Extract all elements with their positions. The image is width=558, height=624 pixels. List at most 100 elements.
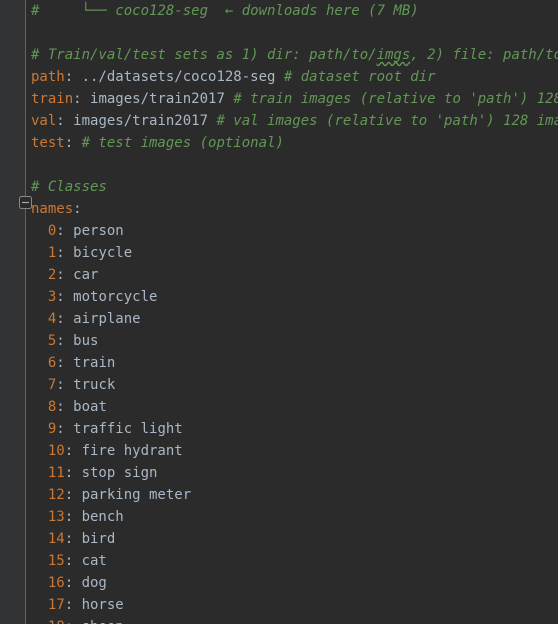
- code-token-pun: :: [64, 597, 82, 613]
- code-token-pun: :: [64, 443, 82, 459]
- code-token-val: train: [73, 355, 116, 371]
- code-line[interactable]: path: ../datasets/coco128-seg # dataset …: [0, 66, 558, 88]
- code-token-pun: :: [56, 223, 74, 239]
- code-token-pun: :: [64, 509, 82, 525]
- code-line[interactable]: 5: bus: [0, 330, 558, 352]
- code-line[interactable]: val: images/train2017 # val images (rela…: [0, 110, 558, 132]
- code-line[interactable]: 14: bird: [0, 528, 558, 550]
- code-token-pun: :: [56, 377, 74, 393]
- code-line[interactable]: 10: fire hydrant: [0, 440, 558, 462]
- indent-guide-line: [25, 0, 26, 624]
- code-token-pun: :: [56, 245, 74, 261]
- code-line[interactable]: 6: train: [0, 352, 558, 374]
- code-line[interactable]: 17: horse: [0, 594, 558, 616]
- code-line[interactable]: 1: bicycle: [0, 242, 558, 264]
- code-token-val: traffic light: [73, 421, 183, 437]
- code-line[interactable]: 0: person: [0, 220, 558, 242]
- code-token-val: boat: [73, 399, 107, 415]
- code-line[interactable]: 16: dog: [0, 572, 558, 594]
- code-line[interactable]: 13: bench: [0, 506, 558, 528]
- code-token-pun: :: [56, 333, 74, 349]
- code-line[interactable]: 18: sheep: [0, 616, 558, 624]
- code-token-cmt: # Train/val/test sets as 1) dir: path/to…: [31, 47, 377, 63]
- code-line[interactable]: 2: car: [0, 264, 558, 286]
- code-token-val: truck: [73, 377, 116, 393]
- code-token-pun: :: [56, 355, 74, 371]
- code-token-pun: :: [56, 289, 74, 305]
- code-token-val: airplane: [73, 311, 141, 327]
- code-token-val: parking meter: [81, 487, 192, 503]
- code-token-val: images/train2017: [90, 91, 234, 107]
- code-token-pun: :: [64, 531, 82, 547]
- code-token-pun: :: [56, 399, 74, 415]
- code-content[interactable]: # └── coco128-seg ← downloads here (7 MB…: [0, 0, 558, 624]
- code-token-cmt: # train images (relative to 'path') 128 …: [233, 91, 558, 107]
- code-line[interactable]: test: # test images (optional): [0, 132, 558, 154]
- code-line[interactable]: names:: [0, 198, 558, 220]
- code-token-key: train: [31, 91, 74, 107]
- code-token-val: dog: [81, 575, 107, 591]
- code-line[interactable]: train: images/train2017 # train images (…: [0, 88, 558, 110]
- code-token-cmt: # Classes: [31, 179, 107, 195]
- fold-collapse-icon[interactable]: [19, 196, 32, 209]
- code-token-pun: :: [64, 487, 82, 503]
- code-token-val: motorcycle: [73, 289, 158, 305]
- code-line[interactable]: 9: traffic light: [0, 418, 558, 440]
- code-token-num: 17: [47, 597, 65, 613]
- code-line[interactable]: 4: airplane: [0, 308, 558, 330]
- code-token-val: horse: [81, 597, 124, 613]
- code-line[interactable]: 3: motorcycle: [0, 286, 558, 308]
- code-token-val: bus: [73, 333, 99, 349]
- code-line[interactable]: 8: boat: [0, 396, 558, 418]
- editor-gutter[interactable]: [0, 0, 25, 624]
- code-token-pun: :: [65, 619, 82, 624]
- code-line[interactable]: 12: parking meter: [0, 484, 558, 506]
- code-token-key: val: [31, 113, 57, 129]
- code-token-val: cat: [81, 553, 107, 569]
- code-token-cmt: # └── coco128-seg ← downloads here (7 MB…: [31, 3, 419, 19]
- code-token-num: 15: [47, 553, 65, 569]
- code-token-val: car: [73, 267, 99, 283]
- code-token-num: 12: [47, 487, 65, 503]
- code-token-val: fire hydrant: [81, 443, 183, 459]
- code-token-cmt: # dataset root dir: [283, 69, 436, 85]
- code-token-pun: :: [56, 267, 74, 283]
- code-line[interactable]: # Train/val/test sets as 1) dir: path/to…: [0, 44, 558, 66]
- code-token-num: 14: [47, 531, 65, 547]
- code-line[interactable]: 7: truck: [0, 374, 558, 396]
- code-line[interactable]: 15: cat: [0, 550, 558, 572]
- code-token-pun: :: [56, 311, 74, 327]
- code-token-num: 13: [47, 509, 65, 525]
- code-token-val: sheep: [82, 619, 124, 624]
- code-token-key: names: [31, 201, 74, 217]
- code-token-val: images/train2017: [73, 113, 217, 129]
- code-token-num: 16: [47, 575, 65, 591]
- code-token-val: bird: [81, 531, 116, 547]
- code-line[interactable]: [0, 22, 558, 44]
- code-token-val: bench: [81, 509, 124, 525]
- code-line[interactable]: # Classes: [0, 176, 558, 198]
- code-line[interactable]: # └── coco128-seg ← downloads here (7 MB…: [0, 0, 558, 22]
- code-line[interactable]: 11: stop sign: [0, 462, 558, 484]
- code-token-val: bicycle: [73, 245, 133, 261]
- code-line[interactable]: [0, 154, 558, 176]
- code-token-pun: :: [73, 91, 91, 107]
- code-editor[interactable]: # └── coco128-seg ← downloads here (7 MB…: [0, 0, 558, 624]
- code-token-val: ../datasets/coco128-seg: [81, 69, 284, 85]
- code-token-pun: :: [56, 421, 74, 437]
- code-token-num: 10: [47, 443, 65, 459]
- code-token-pun: :: [64, 69, 82, 85]
- code-token-pun: :: [64, 575, 82, 591]
